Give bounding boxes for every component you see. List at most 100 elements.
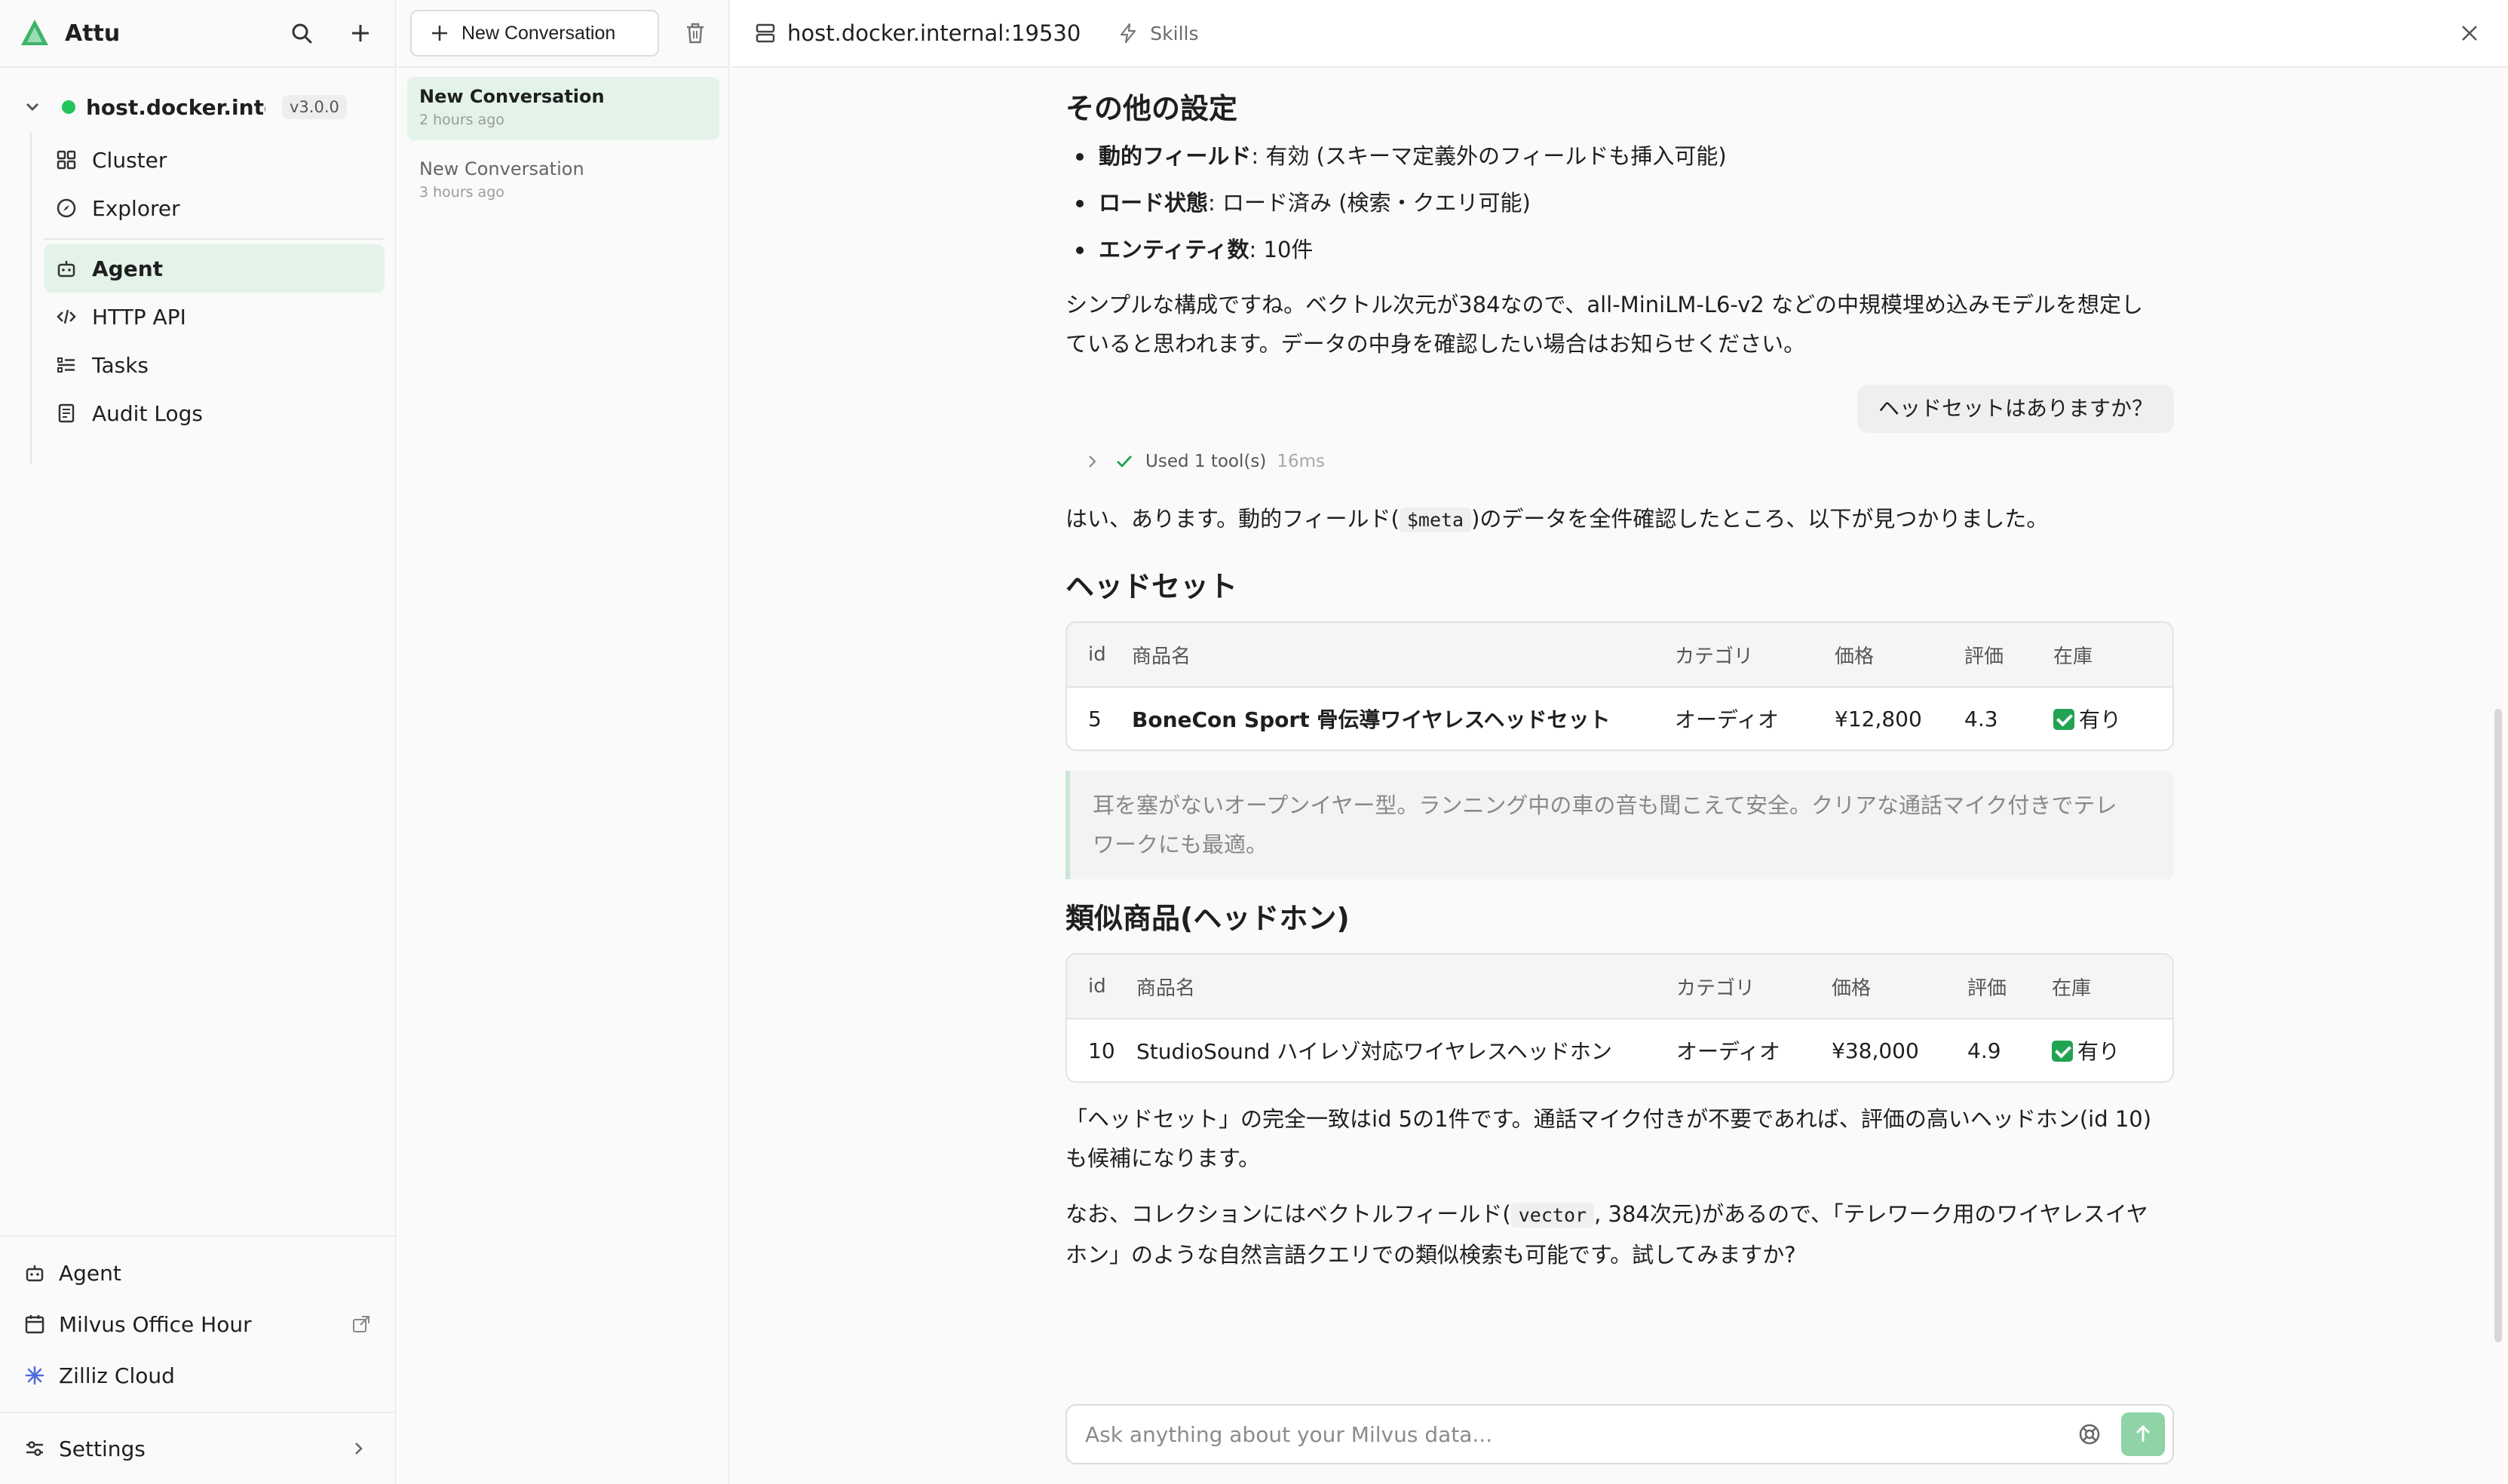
bullet-value: : 有効 (スキーマ定義外のフィールドも挿入可能) [1251, 143, 1727, 169]
user-message: ヘッドセットはありますか？ [1856, 385, 2174, 433]
bullet-key: 動的フィールド [1099, 143, 1252, 169]
sidebar-bottom-office-hour[interactable]: Milvus Office Hour [0, 1298, 395, 1350]
suggestion-text: ホン」のような自然言語クエリでの類似検索も可能です。試してみますか? [1065, 1242, 1796, 1268]
chat-topbar: host.docker.internal:19530 Skills [731, 0, 2508, 68]
column-header: カテゴリ [1675, 623, 1835, 688]
chat-input[interactable] [1085, 1421, 2077, 1447]
app-title: Attu [65, 20, 121, 47]
bullet-value: : ロード済み (検索・クエリ可能) [1208, 190, 1531, 216]
column-header: 評価 [1967, 955, 2052, 1019]
connection-name: host.docker.inte... [86, 94, 265, 120]
check-mark-icon [2053, 709, 2074, 730]
chevron-down-icon[interactable] [21, 96, 44, 118]
table-header-row: id 商品名 カテゴリ 価格 評価 在庫 [1067, 955, 2172, 1019]
connection-status-dot [62, 100, 75, 114]
cell-price: ¥12,800 [1835, 706, 1922, 731]
zilliz-icon [25, 1366, 44, 1385]
external-link-icon [353, 1316, 369, 1332]
assistant-conclusion: 「ヘッドセット」の完全一致はid 5の1件です。通話マイク付きが不要であれば、評… [1065, 1099, 2174, 1178]
chevron-right-icon [355, 1443, 363, 1455]
cell-stock: 有り [2053, 688, 2172, 750]
sidebar-item-agent[interactable]: Agent [44, 244, 385, 293]
conversation-time: 3 hours ago [419, 184, 504, 201]
settings-label: Settings [59, 1436, 146, 1461]
agent-icon [57, 261, 75, 277]
headset-table: id 商品名 カテゴリ 価格 評価 在庫 5 BoneCon Sport 骨伝導… [1065, 621, 2174, 751]
connection-host: host.docker.internal:19530 [787, 20, 1081, 46]
table-row: 10 StudioSound ハイレゾ対応ワイヤレスヘッドホン オーディオ ¥3… [1067, 1019, 2172, 1081]
cell-id: 5 [1088, 706, 1102, 731]
conversation-item[interactable]: New Conversation 2 hours ago [407, 77, 719, 140]
chevron-right-icon [1089, 455, 1096, 468]
bullet-value: : 10件 [1249, 237, 1314, 262]
sidebar-item-http-api[interactable]: HTTP API [44, 293, 385, 341]
quote-line: 耳を塞がないオープンイヤー型。ランニング中の車の音も聞こえて安全。クリアな通話マ… [1093, 793, 2117, 818]
skills-button[interactable]: Skills [1150, 23, 1198, 44]
sidebar-bottom-zilliz-cloud[interactable]: Zilliz Cloud [0, 1350, 395, 1401]
tool-duration: 16ms [1277, 452, 1325, 471]
sidebar: Attu host.docker.inte... v3.0.0 Cluster … [0, 0, 397, 1484]
section-heading-headset: ヘッドセット [1065, 570, 1238, 603]
summary-line: ていると思われます。データの中身を確認したい場合はお知らせください。 [1065, 331, 1806, 357]
close-icon[interactable] [2458, 22, 2481, 44]
sidebar-item-tasks[interactable]: Tasks [44, 341, 385, 389]
suggestion-text: , 384次元)があるので、「テレワーク用のワイヤレスイヤ [1594, 1201, 2148, 1227]
column-header: 在庫 [2052, 955, 2172, 1019]
sidebar-item-audit-logs[interactable]: Audit Logs [44, 389, 385, 437]
tree-guide-line [30, 133, 32, 465]
add-connection-icon[interactable] [344, 17, 377, 50]
sidebar-item-label: HTTP API [92, 304, 186, 330]
sidebar-item-label: Audit Logs [92, 400, 203, 426]
send-button[interactable] [2121, 1412, 2165, 1456]
list-item: 動的フィールド: 有効 (スキーマ定義外のフィールドも挿入可能) [1065, 133, 2174, 179]
audit-logs-icon [58, 403, 75, 423]
tool-usage-toggle[interactable]: Used 1 tool(s) 16ms [1065, 446, 2174, 477]
plus-icon [432, 26, 447, 41]
assistant-answer: はい、あります。動的フィールド($meta)のデータを全件確認したところ、以下が… [1065, 499, 2174, 540]
sidebar-item-cluster[interactable]: Cluster [44, 136, 385, 184]
conversation-list-panel: New Conversation New Conversation 2 hour… [398, 0, 730, 1484]
bullet-key: ロード状態 [1099, 190, 1209, 216]
search-icon[interactable] [285, 17, 318, 50]
conclusion-line: も候補になります。 [1065, 1145, 1261, 1171]
sidebar-item-label: Agent [92, 256, 164, 281]
calendar-icon [25, 1315, 44, 1334]
help-lifebuoy-icon[interactable] [2077, 1422, 2102, 1446]
column-header: id [1067, 955, 1136, 1019]
scrollbar-thumb[interactable] [2494, 709, 2502, 1342]
code-icon [57, 309, 76, 324]
stock-label: 有り [2079, 707, 2122, 732]
trash-icon[interactable] [680, 18, 710, 48]
conversation-item[interactable]: New Conversation 3 hours ago [407, 149, 719, 213]
version-badge: v3.0.0 [282, 95, 347, 119]
settings-item[interactable]: Settings [0, 1412, 395, 1484]
sidebar-item-label: Explorer [92, 195, 180, 221]
sidebar-item-explorer[interactable]: Explorer [44, 184, 385, 232]
inline-code: $meta [1399, 507, 1472, 532]
tasks-icon [57, 357, 75, 373]
assistant-summary: シンプルな構成ですね。ベクトル次元が384なので、all-MiniLM-L6-v… [1065, 285, 2174, 363]
new-conversation-button[interactable]: New Conversation [410, 10, 659, 57]
cell-category: オーディオ [1676, 1039, 1781, 1064]
sidebar-bottom-agent[interactable]: Agent [0, 1247, 395, 1298]
conclusion-line: 「ヘッドセット」の完全一致はid 5の1件です。通話マイク付きが不要であれば、評… [1065, 1106, 2152, 1132]
conversation-list-header: New Conversation [398, 0, 728, 68]
sidebar-nav: Cluster Explorer Agent HTTP API Tasks Au… [44, 136, 385, 437]
chat-input-bar [1065, 1404, 2174, 1464]
arrow-up-icon [2135, 1424, 2151, 1442]
check-mark-icon [2052, 1041, 2073, 1062]
attu-logo-icon [21, 20, 48, 45]
conversation-time: 2 hours ago [419, 112, 504, 128]
product-description-quote: 耳を塞がないオープンイヤー型。ランニング中の車の音も聞こえて安全。クリアな通話マ… [1065, 771, 2174, 879]
cell-stock: 有り [2052, 1019, 2172, 1081]
cell-category: オーディオ [1675, 707, 1780, 732]
agent-icon [26, 1265, 44, 1282]
column-header: 商品名 [1132, 623, 1675, 688]
suggestion-text: なお、コレクションにはベクトルフィールド( [1065, 1201, 1511, 1227]
answer-text: はい、あります。動的フィールド( [1065, 506, 1400, 532]
cluster-icon [57, 150, 76, 170]
connection-item[interactable]: host.docker.inte... v3.0.0 [21, 90, 383, 124]
sidebar-bottom-label: Agent [59, 1260, 121, 1286]
column-header: id [1067, 623, 1132, 688]
cell-rating: 4.9 [1967, 1038, 2001, 1063]
